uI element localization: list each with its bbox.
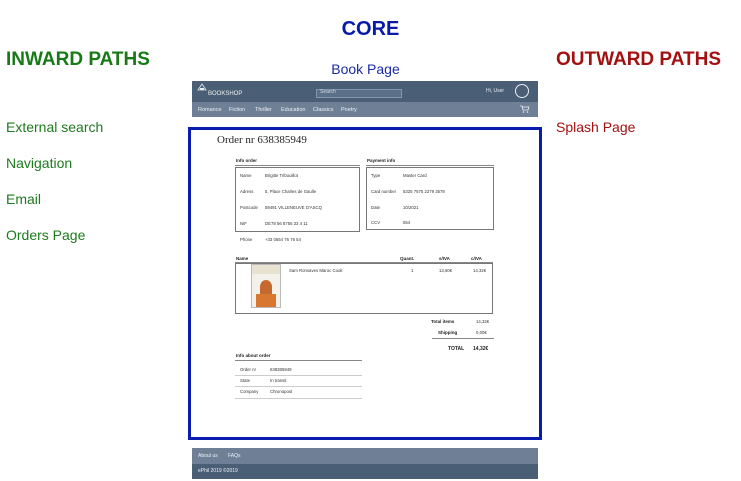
info-order-label: NIF: [240, 221, 247, 226]
shipping-label: Shipping: [438, 330, 458, 335]
inward-item-email: Email: [6, 191, 42, 207]
items-header-quantity: Quant.: [400, 256, 415, 261]
info-order-value: 59491 VILLENEUVE D'ASCQ: [265, 205, 322, 210]
info-order-heading: Info order: [236, 158, 257, 163]
book-page-label: Book Page: [331, 61, 400, 77]
info-about-heading: Info about order: [236, 353, 271, 358]
items-header-without-vat: s/IVA: [439, 256, 450, 261]
info-about-row-divider: [235, 386, 362, 387]
footer-link-about[interactable]: About us: [198, 453, 218, 459]
info-about-label: State: [240, 378, 251, 383]
bookshop-logo[interactable]: BOOKSHOP: [208, 91, 242, 97]
info-about-label: Order nr: [240, 367, 256, 372]
info-about-divider: [235, 360, 362, 361]
payment-value: Master Card: [403, 173, 427, 178]
payment-value: 5325 7575 2279 3578: [403, 189, 445, 194]
nav-item-fiction[interactable]: Fiction: [229, 107, 245, 113]
inward-item-external-search: External search: [6, 119, 104, 135]
nav-item-education[interactable]: Education: [281, 107, 305, 113]
payment-label: Type: [371, 173, 381, 178]
footer-copyright: ePhil 2019 ©2019: [198, 468, 238, 474]
item-quantity: 1: [411, 268, 414, 273]
order-title: Order nr 638385949: [217, 134, 307, 146]
info-order-divider: [235, 165, 360, 166]
grand-total-value: 14,32€: [473, 346, 489, 352]
info-order-label: Adress: [240, 189, 254, 194]
user-menu[interactable]: Hi, User: [486, 88, 504, 94]
item-price-without-vat: 13,60€: [439, 268, 453, 273]
bookshop-logo-icon: [197, 83, 207, 91]
info-order-label: Name: [240, 173, 252, 178]
payment-info-panel: [366, 167, 494, 230]
info-about-value: In transit: [270, 378, 287, 383]
info-order-value: Brigitte Tribouillot: [265, 173, 298, 178]
payment-label: CCV: [371, 220, 381, 225]
nav-item-romance[interactable]: Romance: [198, 107, 222, 113]
info-about-label: Company: [240, 389, 259, 394]
shipping-value: 0,00€: [476, 330, 487, 335]
info-order-value: +33 0654 76 76 54: [265, 237, 301, 242]
info-order-value: DE78 56 8755 33 4 11: [265, 221, 308, 226]
core-title: CORE: [341, 18, 400, 40]
mockup-footer-bottom: [192, 464, 538, 479]
payment-value: 554: [403, 220, 411, 225]
total-items-value: 14,32€: [476, 319, 490, 324]
nav-item-classics[interactable]: Classics: [313, 107, 333, 113]
inward-item-navigation: Navigation: [6, 155, 73, 171]
item-price-with-vat: 14,32€: [473, 268, 487, 273]
payment-info-heading: Payment info: [367, 158, 396, 163]
items-header-name: Name: [236, 256, 249, 261]
info-order-label: Phone: [240, 237, 253, 242]
info-about-value: Chronopost: [270, 389, 293, 394]
footer-link-faqs[interactable]: FAQs: [228, 453, 241, 459]
cart-icon[interactable]: [520, 105, 530, 113]
user-avatar-icon[interactable]: [515, 84, 529, 98]
info-about-row-divider: [235, 398, 362, 399]
item-name[interactable]: Sam Ronsaves Maroc Cook: [289, 268, 343, 273]
mockup-footer: [192, 448, 538, 464]
info-about-row-divider: [235, 375, 362, 376]
nav-item-poetry[interactable]: Poetry: [341, 107, 357, 113]
nav-item-thriller[interactable]: Thriller: [255, 107, 272, 113]
outward-item-splash-page: Splash Page: [556, 119, 636, 135]
items-header-with-vat: c/IVA: [471, 256, 482, 261]
payment-info-divider: [366, 165, 494, 166]
search-placeholder: Search: [320, 89, 336, 95]
totals-divider: [432, 338, 494, 339]
info-order-label: Postcode: [240, 205, 258, 210]
payment-label: Card number: [371, 189, 397, 194]
info-order-value: 5, Place Charles de Gaulle: [265, 189, 317, 194]
info-about-value: 638385949: [270, 367, 292, 372]
total-items-label: Total items: [431, 319, 455, 324]
inward-item-orders-page: Orders Page: [6, 227, 86, 243]
grand-total-label: TOTAL: [448, 346, 465, 352]
payment-value: 10/2021: [403, 205, 419, 210]
payment-label: Date: [371, 205, 381, 210]
book-cover-image[interactable]: [251, 264, 281, 308]
